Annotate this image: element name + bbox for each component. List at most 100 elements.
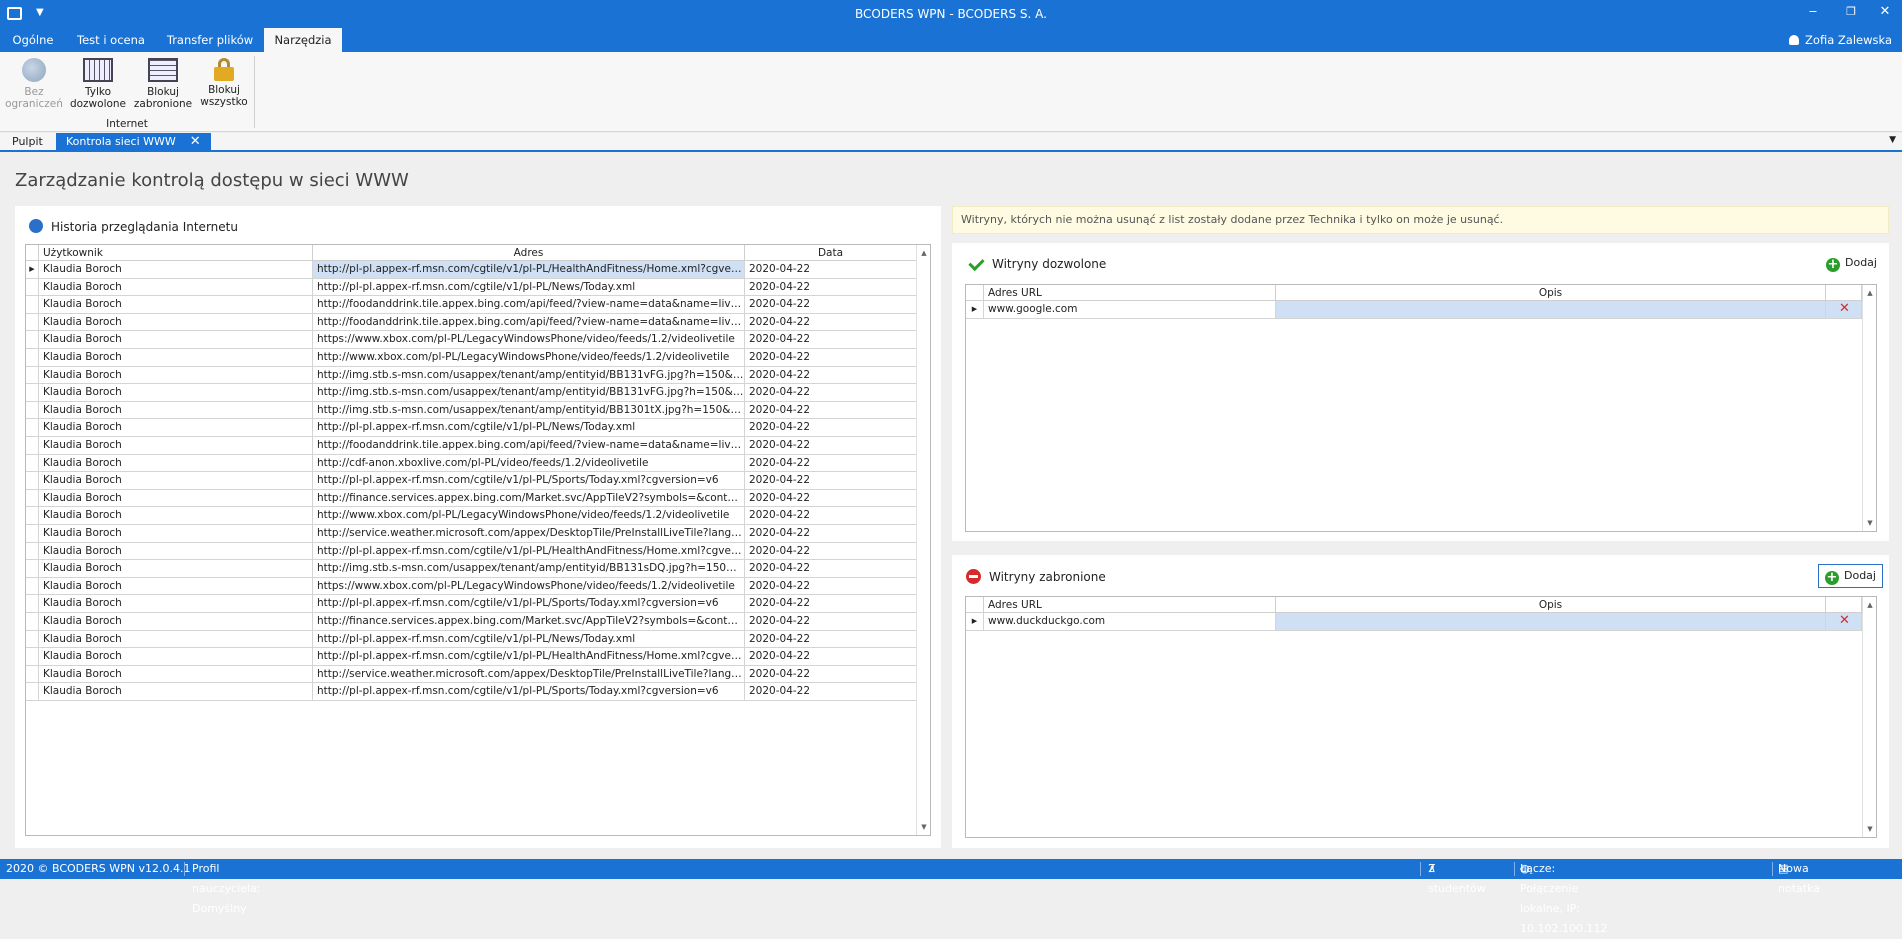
history-date-cell[interactable]: 2020-04-22 [745, 366, 917, 385]
allowed-description-cell[interactable] [1276, 301, 1826, 319]
history-address-cell[interactable]: http://pl-pl.appex-rf.msn.com/cgtile/v1/… [313, 542, 745, 561]
history-address-cell[interactable]: http://pl-pl.appex-rf.msn.com/cgtile/v1/… [313, 419, 745, 437]
blocked-description-cell[interactable] [1276, 613, 1826, 631]
scroll-down-icon[interactable]: ▼ [1863, 519, 1876, 527]
history-address-cell[interactable]: http://foodanddrink.tile.appex.bing.com/… [313, 313, 745, 332]
history-user-cell[interactable]: Klaudia Boroch [39, 489, 313, 508]
history-address-cell[interactable]: http://service.weather.microsoft.com/app… [313, 665, 745, 684]
history-date-cell[interactable]: 2020-04-22 [745, 296, 917, 314]
history-user-cell[interactable]: Klaudia Boroch [39, 542, 313, 561]
history-address-cell[interactable]: http://finance.services.appex.bing.com/M… [313, 489, 745, 508]
blocked-url-cell[interactable]: www.duckduckgo.com [984, 613, 1276, 631]
history-address-cell[interactable]: http://pl-pl.appex-rf.msn.com/cgtile/v1/… [313, 278, 745, 297]
table-row[interactable]: Klaudia Boroch http://img.stb.s-msn.com/u… [26, 384, 917, 402]
history-grid[interactable]: Użytkownik Adres Data ▶ Klaudia Boroch htt… [25, 244, 931, 836]
table-row[interactable]: Klaudia Boroch https://www.xbox.com/pl-PL… [26, 577, 917, 596]
history-user-cell[interactable]: Klaudia Boroch [39, 278, 313, 297]
table-row[interactable]: Klaudia Boroch http://service.weather.mic… [26, 665, 917, 684]
history-address-cell[interactable]: http://foodanddrink.tile.appex.bing.com/… [313, 437, 745, 455]
table-row[interactable]: ▶ Klaudia Boroch http://pl-pl.appex-rf.msn… [26, 261, 917, 279]
history-date-cell[interactable]: 2020-04-22 [745, 401, 917, 420]
history-date-cell[interactable]: 2020-04-22 [745, 525, 917, 543]
history-date-cell[interactable]: 2020-04-22 [745, 349, 917, 367]
scroll-up-icon[interactable]: ▲ [917, 249, 930, 257]
history-date-cell[interactable]: 2020-04-22 [745, 437, 917, 455]
history-user-cell[interactable]: Klaudia Boroch [39, 472, 313, 490]
allowed-url-cell[interactable]: www.google.com [984, 301, 1276, 319]
history-date-cell[interactable]: 2020-04-22 [745, 507, 917, 525]
minimize-icon[interactable]: ‒ [1798, 4, 1828, 19]
history-user-cell[interactable]: Klaudia Boroch [39, 313, 313, 332]
no-restrictions-button[interactable]: Bez ograniczeń [4, 58, 64, 110]
table-row[interactable]: Klaudia Boroch http://www.xbox.com/pl-PL/… [26, 349, 917, 367]
table-row[interactable]: Klaudia Boroch http://img.stb.s-msn.com/u… [26, 401, 917, 420]
history-date-cell[interactable]: 2020-04-22 [745, 261, 917, 279]
history-user-cell[interactable]: Klaudia Boroch [39, 595, 313, 613]
column-header-url[interactable]: Adres URL [984, 285, 1276, 301]
history-user-cell[interactable]: Klaudia Boroch [39, 507, 313, 525]
scroll-down-icon[interactable]: ▼ [917, 823, 930, 831]
column-header-description[interactable]: Opis [1276, 285, 1826, 301]
table-row[interactable]: Klaudia Boroch http://service.weather.mic… [26, 525, 917, 543]
history-user-cell[interactable]: Klaudia Boroch [39, 577, 313, 596]
close-icon[interactable]: ✕ [1870, 4, 1900, 19]
history-scrollbar[interactable]: ▲ ▼ [916, 245, 930, 835]
history-user-cell[interactable]: Klaudia Boroch [39, 296, 313, 314]
history-user-cell[interactable]: Klaudia Boroch [39, 630, 313, 649]
history-date-cell[interactable]: 2020-04-22 [745, 384, 917, 402]
column-header-date[interactable]: Data [745, 245, 917, 261]
history-date-cell[interactable]: 2020-04-22 [745, 472, 917, 490]
history-date-cell[interactable]: 2020-04-22 [745, 683, 917, 701]
history-user-cell[interactable]: Klaudia Boroch [39, 401, 313, 420]
tab-kontrola-sieci[interactable]: Kontrola sieci WWW ✕ [56, 133, 211, 152]
table-row[interactable]: Klaudia Boroch http://foodanddrink.tile.a… [26, 437, 917, 455]
history-address-cell[interactable]: http://www.xbox.com/pl-PL/LegacyWindowsP… [313, 349, 745, 367]
history-date-cell[interactable]: 2020-04-22 [745, 419, 917, 437]
block-all-button[interactable]: Blokuj wszystko [194, 58, 254, 108]
history-user-cell[interactable]: Klaudia Boroch [39, 560, 313, 578]
scroll-up-icon[interactable]: ▲ [1863, 289, 1876, 297]
tab-test-i-ocena[interactable]: Test i ocena [68, 28, 154, 52]
history-user-cell[interactable]: Klaudia Boroch [39, 454, 313, 473]
table-row[interactable]: Klaudia Boroch http://pl-pl.appex-rf.msn.… [26, 595, 917, 613]
history-address-cell[interactable]: http://img.stb.s-msn.com/usappex/tenant/… [313, 384, 745, 402]
add-blocked-button[interactable]: + Dodaj [1818, 564, 1883, 588]
table-row[interactable]: Klaudia Boroch http://pl-pl.appex-rf.msn.… [26, 648, 917, 666]
history-user-cell[interactable]: Klaudia Boroch [39, 613, 313, 631]
history-date-cell[interactable]: 2020-04-22 [745, 613, 917, 631]
history-user-cell[interactable]: Klaudia Boroch [39, 419, 313, 437]
table-row[interactable]: Klaudia Boroch http://img.stb.s-msn.com/u… [26, 366, 917, 385]
history-user-cell[interactable]: Klaudia Boroch [39, 665, 313, 684]
table-row[interactable]: Klaudia Boroch http://pl-pl.appex-rf.msn.… [26, 472, 917, 490]
history-address-cell[interactable]: http://pl-pl.appex-rf.msn.com/cgtile/v1/… [313, 261, 745, 279]
history-user-cell[interactable]: Klaudia Boroch [39, 261, 313, 279]
history-address-cell[interactable]: http://img.stb.s-msn.com/usappex/tenant/… [313, 366, 745, 385]
history-address-cell[interactable]: http://pl-pl.appex-rf.msn.com/cgtile/v1/… [313, 683, 745, 701]
table-row[interactable]: Klaudia Boroch http://cdf-anon.xboxlive.c… [26, 454, 917, 473]
history-address-cell[interactable]: http://www.xbox.com/pl-PL/LegacyWindowsP… [313, 507, 745, 525]
table-row[interactable]: Klaudia Boroch http://pl-pl.appex-rf.msn.… [26, 542, 917, 561]
history-address-cell[interactable]: http://img.stb.s-msn.com/usappex/tenant/… [313, 560, 745, 578]
history-address-cell[interactable]: http://pl-pl.appex-rf.msn.com/cgtile/v1/… [313, 648, 745, 666]
column-header-address[interactable]: Adres [313, 245, 745, 261]
table-row[interactable]: Klaudia Boroch http://pl-pl.appex-rf.msn.… [26, 278, 917, 297]
block-forbidden-button[interactable]: Blokuj zabronione [133, 58, 193, 110]
scroll-up-icon[interactable]: ▲ [1863, 601, 1876, 609]
table-row[interactable]: Klaudia Boroch http://www.xbox.com/pl-PL/… [26, 507, 917, 525]
history-date-cell[interactable]: 2020-04-22 [745, 278, 917, 297]
table-row[interactable]: ▶ www.duckduckgo.com ✕ [966, 613, 1862, 631]
history-user-cell[interactable]: Klaudia Boroch [39, 648, 313, 666]
current-user[interactable]: Zofia Zalewska [1789, 28, 1892, 52]
add-allowed-button[interactable]: + Dodaj [1820, 252, 1883, 276]
history-address-cell[interactable]: http://foodanddrink.tile.appex.bing.com/… [313, 296, 745, 314]
history-date-cell[interactable]: 2020-04-22 [745, 648, 917, 666]
table-row[interactable]: Klaudia Boroch http://foodanddrink.tile.a… [26, 296, 917, 314]
delete-icon[interactable]: ✕ [1839, 613, 1850, 628]
history-user-cell[interactable]: Klaudia Boroch [39, 349, 313, 367]
history-address-cell[interactable]: http://pl-pl.appex-rf.msn.com/cgtile/v1/… [313, 630, 745, 649]
table-row[interactable]: ▶ www.google.com ✕ [966, 301, 1862, 319]
column-header-user[interactable]: Użytkownik [39, 245, 313, 261]
history-user-cell[interactable]: Klaudia Boroch [39, 525, 313, 543]
table-row[interactable]: Klaudia Boroch http://pl-pl.appex-rf.msn.… [26, 630, 917, 649]
tab-transfer-plikow[interactable]: Transfer plików [158, 28, 262, 52]
